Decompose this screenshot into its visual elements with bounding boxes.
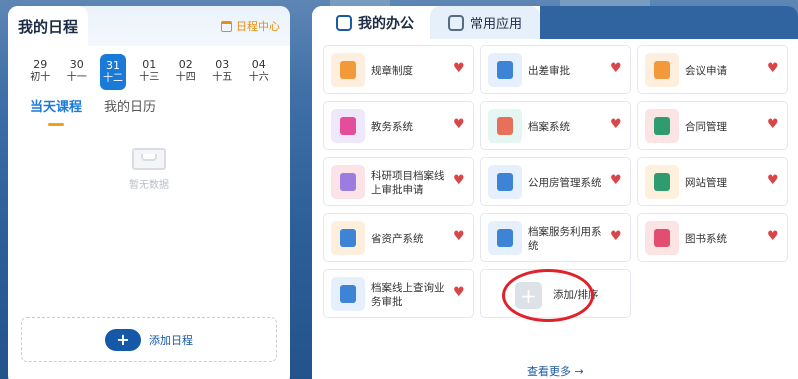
tab-common-apps-label: 常用应用	[470, 17, 523, 32]
meeting-icon	[645, 53, 679, 87]
favorite-heart-icon[interactable]: ♥	[767, 230, 781, 244]
office-panel: 我的办公 常用应用 规章制度 ♥ 出差审批 ♥ 会议申请 ♥ 教务系统 ♥ 档案系统 ♥ 合同管理 ♥…	[312, 6, 798, 379]
app-tile[interactable]: 科研项目档案线上审批申请 ♥	[323, 157, 474, 206]
apps-icon	[448, 14, 464, 31]
app-tile[interactable]: 省资产系统 ♥	[323, 213, 474, 262]
favorite-heart-icon[interactable]: ♥	[610, 174, 624, 188]
app-tile[interactable]: 档案服务利用系统 ♥	[480, 213, 631, 262]
empty-inbox-icon	[132, 148, 166, 170]
day-30[interactable]: 30 十一	[59, 54, 96, 88]
search-doc-icon	[331, 277, 365, 311]
office-tabs: 我的办公 常用应用	[312, 6, 798, 39]
favorite-heart-icon[interactable]: ♥	[453, 230, 467, 244]
app-tile[interactable]: 会议申请 ♥	[637, 45, 788, 94]
app-tile[interactable]: 图书系统 ♥	[637, 213, 788, 262]
books-icon	[331, 109, 365, 143]
red-circle-annotation	[502, 269, 594, 322]
schedule-center-label: 日程中心	[236, 20, 280, 33]
app-label: 出差审批	[528, 64, 570, 77]
app-label: 档案系统	[528, 120, 570, 133]
tab-bar-background	[540, 6, 798, 39]
archive-box-icon	[488, 109, 522, 143]
contract-icon	[645, 109, 679, 143]
favorite-heart-icon[interactable]: ♥	[610, 62, 624, 76]
tab-my-calendar[interactable]: 我的日历	[104, 96, 156, 115]
day-01[interactable]: 01 十三	[131, 54, 168, 88]
layout-icon	[331, 221, 365, 255]
app-tile[interactable]: 合同管理 ♥	[637, 101, 788, 150]
app-tile[interactable]: 规章制度 ♥	[323, 45, 474, 94]
book-icon	[645, 221, 679, 255]
favorite-heart-icon[interactable]: ♥	[610, 118, 624, 132]
app-label: 档案服务利用系统	[528, 225, 602, 252]
app-label: 档案线上查询业务审批	[371, 281, 445, 308]
app-label: 图书系统	[685, 232, 727, 245]
office-icon	[336, 14, 352, 31]
day-02[interactable]: 02 十四	[168, 54, 205, 88]
day-31-selected[interactable]: 31 十二	[100, 54, 126, 90]
app-label: 会议申请	[685, 64, 727, 77]
add-schedule-label: 添加日程	[149, 333, 193, 347]
tab-my-office-label: 我的办公	[358, 15, 414, 32]
day-04[interactable]: 04 十六	[241, 54, 278, 88]
app-label: 科研项目档案线上审批申请	[371, 169, 445, 196]
tab-today-courses[interactable]: 当天课程	[30, 96, 82, 115]
day-29[interactable]: 29 初十	[22, 54, 59, 88]
app-label: 公用房管理系统	[528, 176, 602, 189]
building-icon	[488, 165, 522, 199]
favorite-heart-icon[interactable]: ♥	[767, 174, 781, 188]
schedule-tabs: 当天课程 我的日历	[30, 96, 156, 115]
app-label: 省资产系统	[371, 232, 424, 245]
app-label: 合同管理	[685, 120, 727, 133]
schedule-title: 我的日程	[8, 6, 88, 46]
favorite-heart-icon[interactable]: ♥	[767, 62, 781, 76]
view-more-link[interactable]: 查看更多 →	[527, 363, 584, 379]
empty-state: 暂无数据	[8, 148, 290, 191]
app-tile[interactable]: 档案系统 ♥	[480, 101, 631, 150]
invoice-icon	[488, 53, 522, 87]
favorite-heart-icon[interactable]: ♥	[767, 118, 781, 132]
app-tile[interactable]: 网站管理 ♥	[637, 157, 788, 206]
tab-common-apps[interactable]: 常用应用	[430, 6, 540, 39]
add-schedule-button[interactable]: + 添加日程	[21, 317, 277, 362]
day-03[interactable]: 03 十五	[204, 54, 241, 88]
research-doc-icon	[331, 165, 365, 199]
app-label: 规章制度	[371, 64, 413, 77]
favorite-heart-icon[interactable]: ♥	[453, 174, 467, 188]
tab-my-office[interactable]: 我的办公	[312, 6, 430, 39]
app-tile[interactable]: 公用房管理系统 ♥	[480, 157, 631, 206]
clipboard-icon	[488, 221, 522, 255]
schedule-header: 我的日程 日程中心	[8, 6, 290, 46]
favorite-heart-icon[interactable]: ♥	[610, 230, 624, 244]
date-strip: 29 初十 30 十一 31 十二 01 十三 02 十四 03 十五 04 十六	[22, 54, 277, 90]
empty-text: 暂无数据	[129, 180, 169, 191]
calendar-icon	[221, 20, 232, 32]
favorite-heart-icon[interactable]: ♥	[453, 62, 467, 76]
schedule-center-link[interactable]: 日程中心	[221, 18, 280, 34]
monitor-gear-icon	[645, 165, 679, 199]
app-tile[interactable]: 教务系统 ♥	[323, 101, 474, 150]
document-icon	[331, 53, 365, 87]
app-tile[interactable]: 出差审批 ♥	[480, 45, 631, 94]
app-tile[interactable]: 档案线上查询业务审批 ♥	[323, 269, 474, 318]
app-label: 网站管理	[685, 176, 727, 189]
favorite-heart-icon[interactable]: ♥	[453, 286, 467, 300]
plus-icon: +	[105, 328, 141, 351]
favorite-heart-icon[interactable]: ♥	[453, 118, 467, 132]
app-label: 教务系统	[371, 120, 413, 133]
schedule-panel: 我的日程 日程中心 29 初十 30 十一 31 十二 01 十三 02 十四 03 十五 …	[8, 6, 290, 379]
